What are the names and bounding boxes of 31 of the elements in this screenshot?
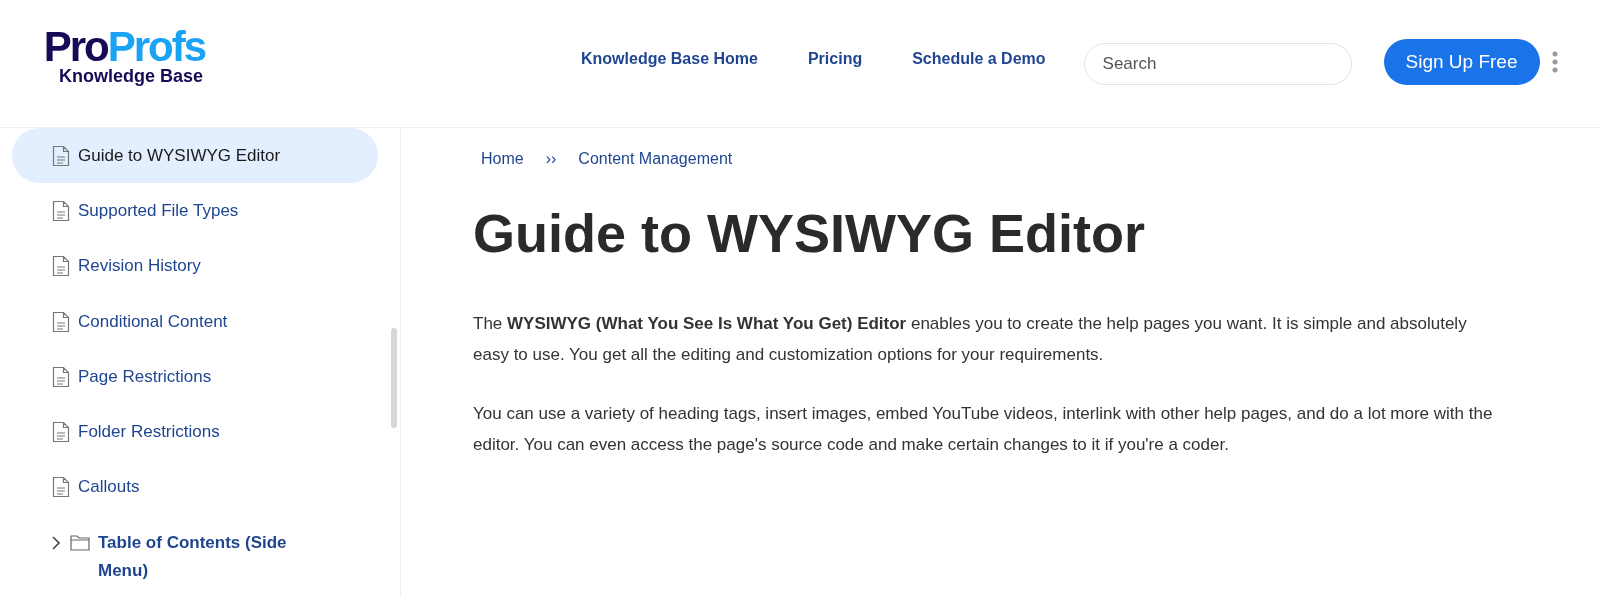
chevron-right-icon[interactable] bbox=[50, 535, 62, 550]
proprofs-logo[interactable]: ProProfs Knowledge Base bbox=[20, 26, 205, 87]
folder-item[interactable]: Table of Contents (Side Menu) bbox=[12, 514, 378, 597]
page-item[interactable]: Page Restrictions bbox=[12, 348, 378, 405]
page-item[interactable]: Conditional Content bbox=[12, 293, 378, 349]
article-paragraph: The WYSIWYG (What You See Is What You Get) Editor enables you to create the help pages you want. It is simple and absolutely easy to use. You get all the editing and customization options for your requirements. bbox=[473, 313, 1468, 366]
breadcrumb-link[interactable]: Content Management bbox=[578, 150, 733, 168]
breadcrumb-link[interactable]: Home bbox=[481, 150, 524, 168]
folder-icon bbox=[70, 533, 90, 551]
document-icon bbox=[52, 200, 70, 223]
sign-up-button[interactable]: Sign Up Free bbox=[1383, 38, 1540, 85]
page-item[interactable]: Callouts bbox=[12, 459, 378, 515]
document-icon bbox=[52, 310, 70, 333]
article-paragraph: You can use a variety of heading tags, insert images, embed YouTube videos, interlink with other help pages, and do a lot more with the editor. You can even access the page's source code and make certain changes to it if you're a coder. bbox=[473, 403, 1493, 456]
page-item[interactable]: Supported File Types bbox=[12, 183, 378, 239]
nav-link[interactable]: Schedule a Demo bbox=[912, 49, 1046, 68]
page-item[interactable]: Revision History bbox=[12, 238, 378, 294]
document-icon bbox=[52, 145, 70, 167]
breadcrumb-separator: ›› bbox=[545, 150, 557, 168]
nav-link[interactable]: Pricing bbox=[807, 49, 863, 68]
article-title: Guide to WYSIWYG Editor bbox=[473, 202, 1146, 264]
more-options-icon[interactable] bbox=[1551, 50, 1558, 73]
document-icon bbox=[52, 365, 70, 388]
page-item[interactable]: Folder Restrictions bbox=[12, 404, 378, 460]
document-icon bbox=[52, 421, 70, 444]
search-field[interactable]: Search bbox=[1083, 42, 1352, 85]
page-item[interactable]: Guide to WYSIWYG Editor bbox=[12, 128, 378, 184]
scrollbar-thumb[interactable] bbox=[391, 328, 397, 428]
document-icon bbox=[52, 255, 70, 278]
nav-link[interactable]: Knowledge Base Home bbox=[581, 49, 758, 68]
document-icon bbox=[52, 476, 70, 499]
